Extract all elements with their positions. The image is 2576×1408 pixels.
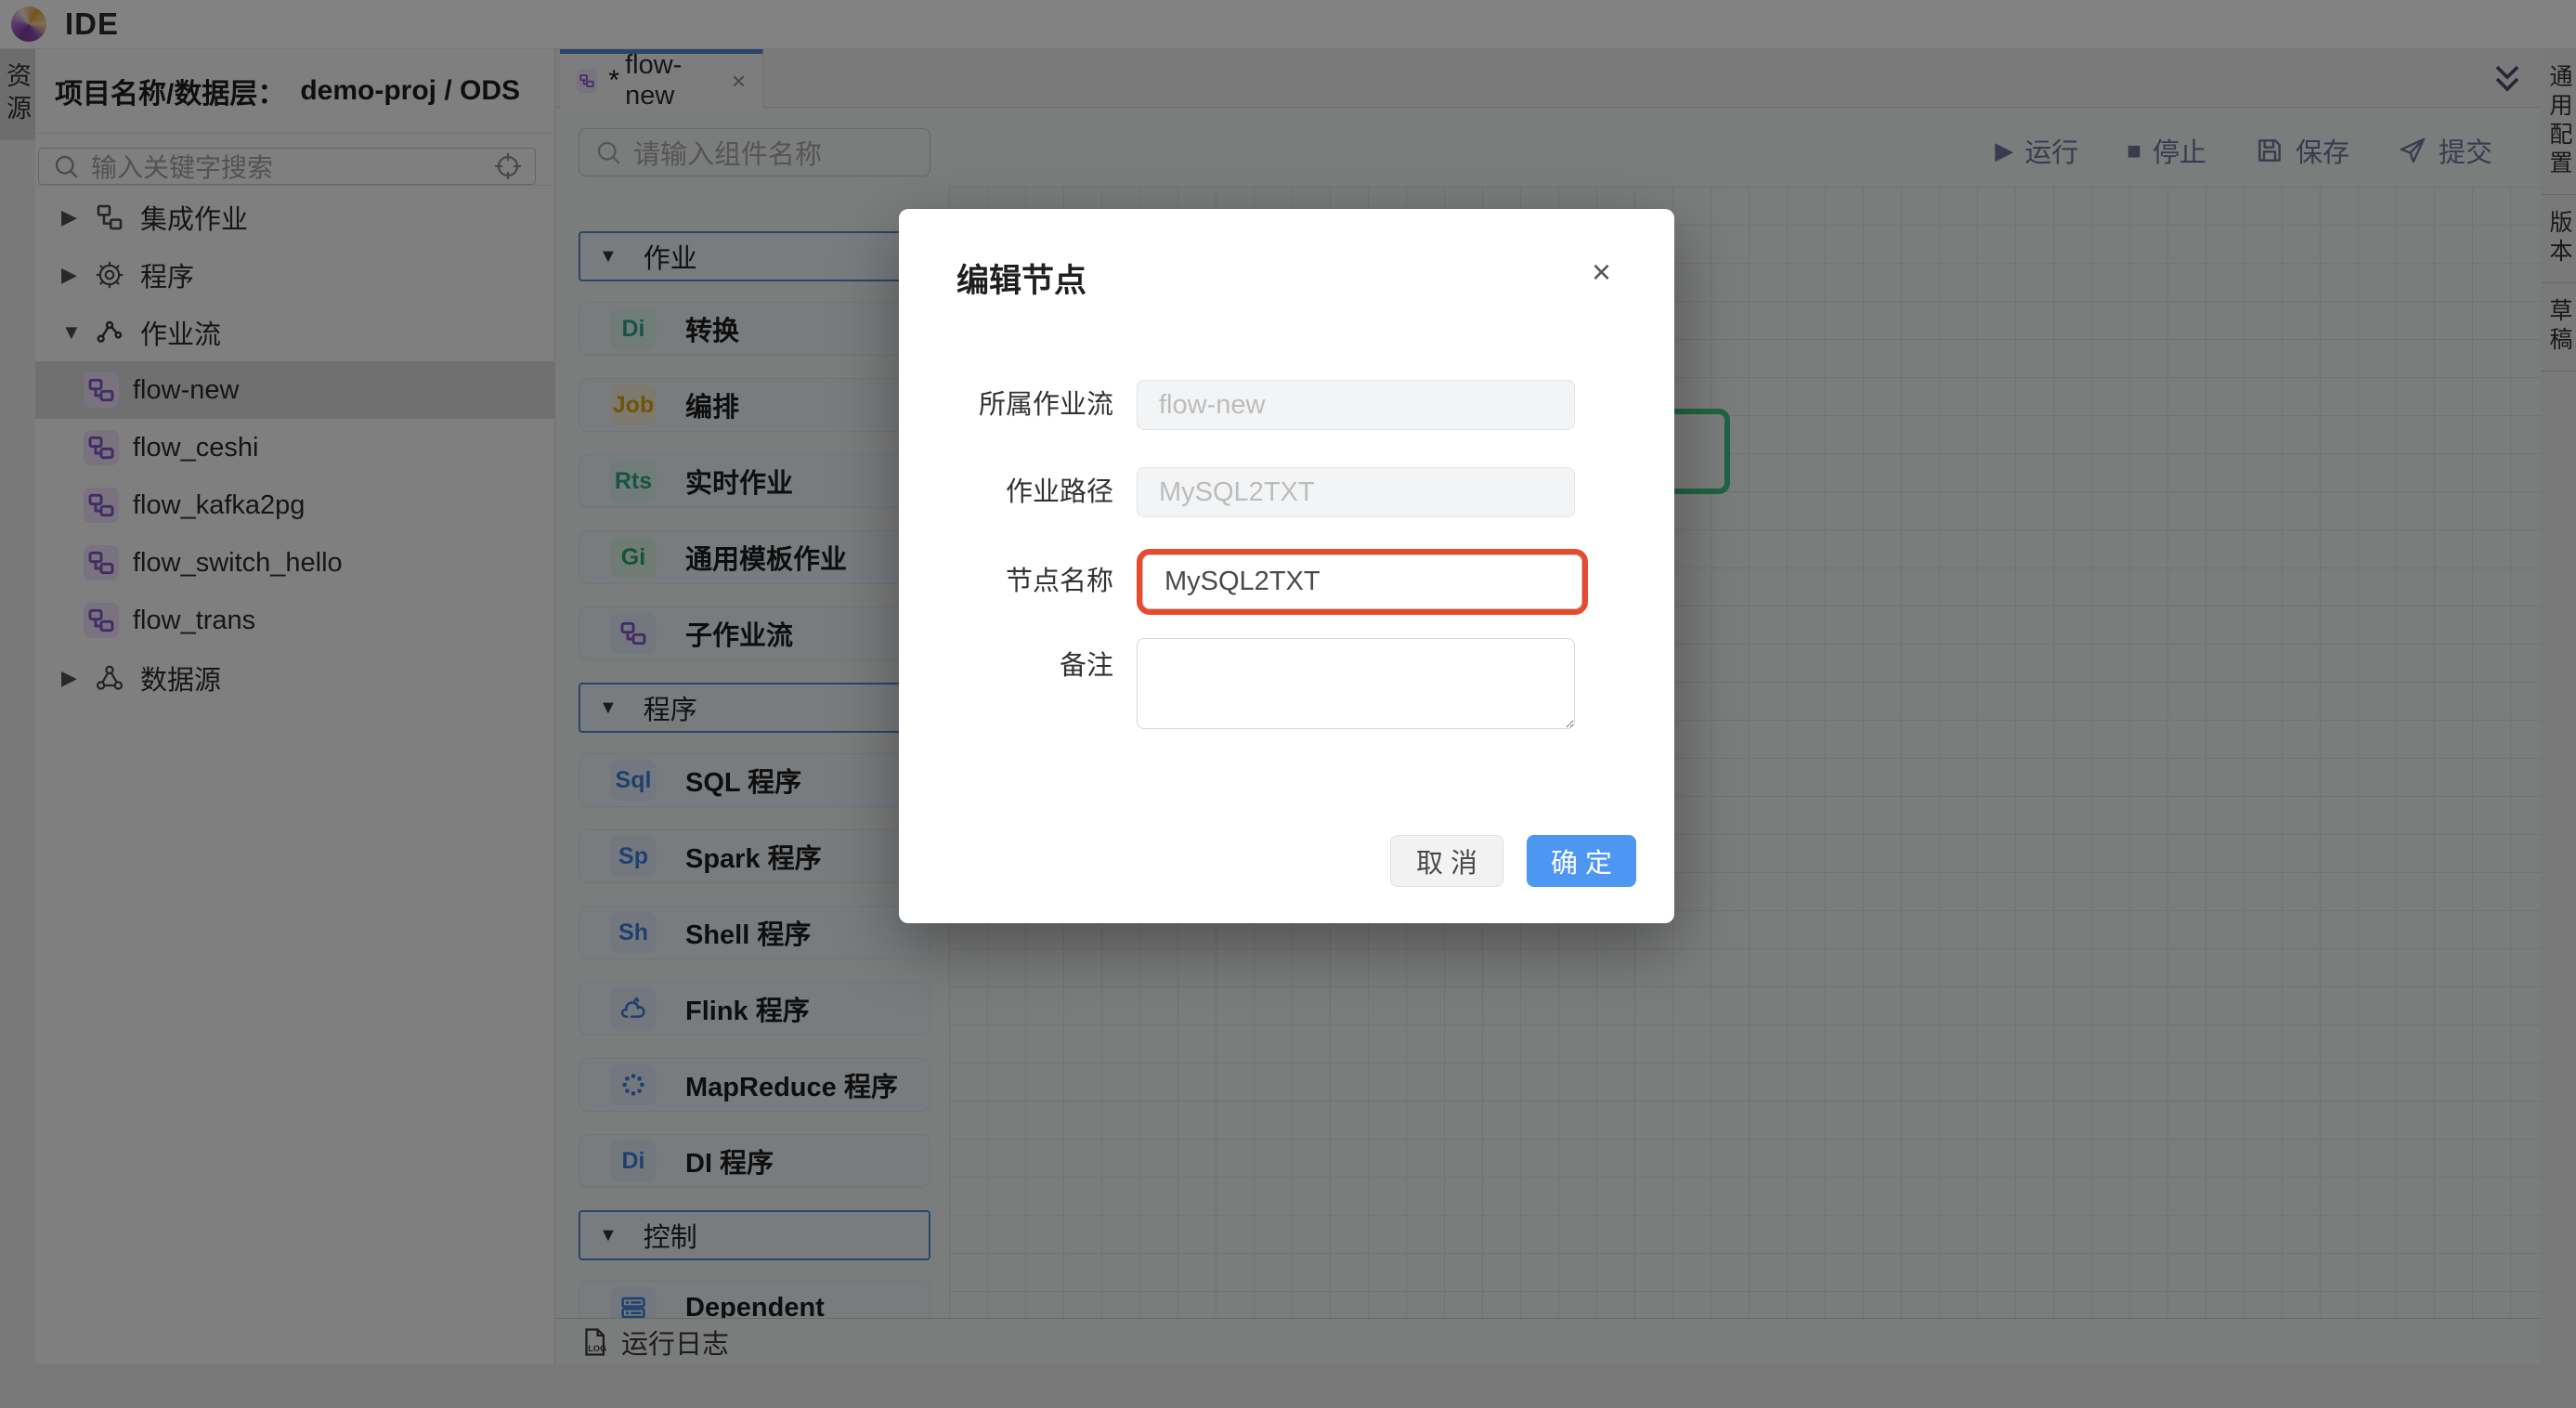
close-icon[interactable]: × — [1592, 255, 1611, 289]
confirm-button[interactable]: 确 定 — [1527, 835, 1636, 887]
node-name-field[interactable] — [1142, 554, 1582, 609]
cancel-button[interactable]: 取 消 — [1390, 835, 1503, 887]
dialog-actions: 取 消 确 定 — [1390, 835, 1636, 887]
field-label-job-path: 作业路径 — [1005, 477, 1113, 507]
focus-error-ring — [1137, 549, 1588, 615]
edit-node-form: 所属作业流 作业路径 节点名称 备注 — [899, 380, 1674, 766]
job-path-field[interactable] — [1137, 467, 1575, 517]
flow-name-field[interactable] — [1137, 380, 1575, 430]
edit-node-dialog: 编辑节点 × 所属作业流 作业路径 节点名称 备注 取 消 确 定 — [899, 209, 1674, 923]
field-label-node-name: 节点名称 — [1005, 567, 1113, 596]
field-label-memo: 备注 — [1059, 651, 1113, 681]
field-label-flow: 所属作业流 — [978, 390, 1113, 420]
memo-field[interactable] — [1137, 638, 1575, 729]
dialog-title: 编辑节点 — [956, 263, 1087, 299]
